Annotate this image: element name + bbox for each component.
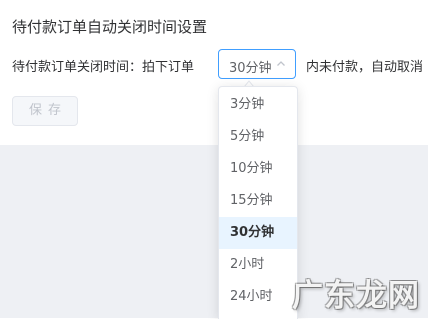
save-button[interactable]: 保存 bbox=[12, 96, 78, 126]
dropdown-option[interactable]: 2小时 bbox=[219, 249, 297, 281]
close-time-suffix: 内未付款，自动取消 bbox=[306, 60, 424, 75]
dropdown-option[interactable]: 24小时 bbox=[219, 281, 297, 313]
close-time-select[interactable]: 30分钟 bbox=[218, 49, 296, 79]
dropdown-option-selected[interactable]: 30分钟 bbox=[219, 217, 297, 249]
close-time-select-value: 30分钟 bbox=[229, 61, 272, 76]
watermark-logo: 广东龙网 bbox=[292, 270, 426, 314]
dropdown-option[interactable]: 5分钟 bbox=[219, 121, 297, 153]
dropdown-option[interactable]: 3分钟 bbox=[219, 89, 297, 121]
close-time-label: 待付款订单关闭时间：拍下订单 bbox=[12, 60, 195, 75]
dropdown-option[interactable]: 15分钟 bbox=[219, 185, 297, 217]
section-title: 待付款订单自动关闭时间设置 bbox=[12, 18, 208, 36]
chevron-up-icon bbox=[277, 61, 285, 66]
close-time-dropdown: 3分钟 5分钟 10分钟 15分钟 30分钟 2小时 24小时 bbox=[218, 86, 298, 319]
watermark-text: 广东龙网 bbox=[292, 278, 420, 314]
dropdown-option[interactable]: 10分钟 bbox=[219, 153, 297, 185]
